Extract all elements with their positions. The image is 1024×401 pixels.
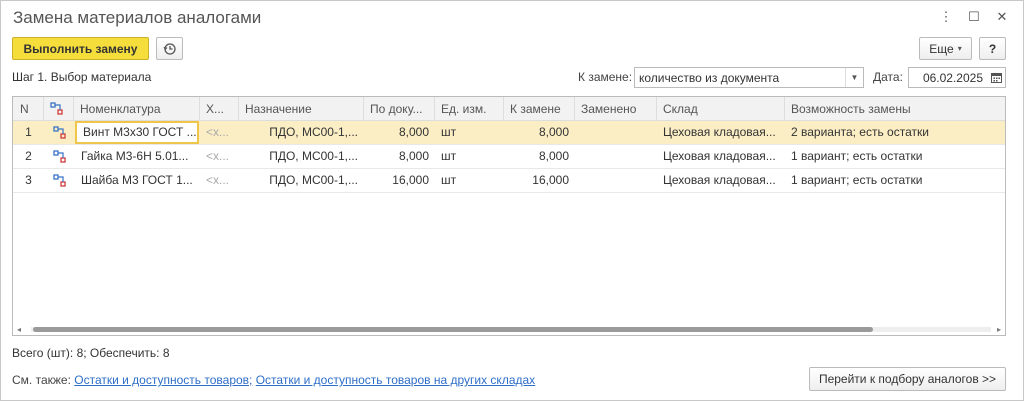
to-replace-cell[interactable]: 8,000 [504, 145, 575, 168]
column-header-characteristic[interactable]: Х... [200, 97, 239, 121]
analog-icon [50, 102, 63, 115]
by-doc-cell: 16,000 [392, 173, 429, 187]
warehouse-cell[interactable]: Цеховая кладовая... [657, 145, 785, 168]
date-value: 06.02.2025 [922, 70, 983, 85]
column-header-unit[interactable]: Ед. изм. [435, 97, 504, 121]
more-button[interactable]: Еще ▾ [919, 37, 972, 60]
dialog-window: Замена материалов аналогами ⋮ ☐ ✕ Выполн… [0, 0, 1024, 401]
replaced-cell [575, 121, 657, 144]
materials-table[interactable]: N Номенклатура Х... Назначение По доку..… [12, 96, 1006, 336]
row-number: 1 [25, 125, 32, 139]
nomenclature-cell[interactable]: Шайба М3 ГОСТ 1... [75, 169, 199, 192]
nomenclature-cell[interactable]: Гайка М3-6Н 5.01... [75, 145, 199, 168]
replace-mode-label: К замене: [578, 70, 633, 84]
table-header: N Номенклатура Х... Назначение По доку..… [13, 97, 1005, 121]
replaced-cell [575, 145, 657, 168]
row-number: 3 [25, 173, 32, 187]
step-label: Шаг 1. Выбор материала [12, 70, 152, 84]
more-actions-icon[interactable]: ⋮ [939, 9, 953, 25]
purpose-cell[interactable]: ПДО, МС00-1,... [239, 169, 364, 192]
to-replace-cell[interactable]: 8,000 [504, 121, 575, 144]
go-to-analogs-button[interactable]: Перейти к подбору аналогов >> [809, 367, 1006, 391]
characteristic-cell[interactable]: <х... [200, 145, 239, 168]
column-header-icon[interactable] [44, 97, 74, 121]
replace-mode-value: количество из документа [639, 70, 780, 85]
see-also-label: См. также: [12, 373, 71, 387]
analog-icon [53, 126, 66, 139]
table-row[interactable]: 1 Винт М3х30 ГОСТ ... <х... ПДО, МС00-1,… [13, 121, 1005, 145]
close-icon[interactable]: ✕ [995, 9, 1009, 25]
horizontal-scrollbar[interactable]: ◂ ▸ [13, 323, 1005, 335]
purpose-cell[interactable]: ПДО, МС00-1,... [239, 145, 364, 168]
table-row[interactable]: 2 Гайка М3-6Н 5.01... <х... ПДО, МС00-1,… [13, 145, 1005, 169]
see-also: См. также: Остатки и доступность товаров… [12, 373, 535, 387]
date-label: Дата: [873, 70, 903, 84]
scroll-left-icon[interactable]: ◂ [17, 325, 21, 334]
column-header-n[interactable]: N [13, 97, 44, 121]
dropdown-arrow-icon[interactable]: ▼ [845, 68, 863, 87]
window-title: Замена материалов аналогами [13, 8, 262, 27]
warehouse-cell[interactable]: Цеховая кладовая... [657, 121, 785, 144]
maximize-icon[interactable]: ☐ [967, 9, 981, 25]
analog-icon [53, 150, 66, 163]
history-icon [163, 42, 176, 55]
totals-text: Всего (шт): 8; Обеспечить: 8 [12, 346, 170, 360]
scrollbar-thumb[interactable] [33, 327, 873, 332]
possibility-cell: 1 вариант; есть остатки [791, 173, 923, 187]
history-button[interactable] [156, 37, 183, 60]
replace-mode-select[interactable]: количество из документа ▼ [634, 67, 864, 88]
chevron-down-icon: ▾ [957, 44, 962, 53]
nomenclature-cell[interactable]: Винт М3х30 ГОСТ ... [75, 121, 199, 144]
column-header-nomenclature[interactable]: Номенклатура [74, 97, 200, 121]
to-replace-cell[interactable]: 16,000 [504, 169, 575, 192]
warehouse-cell[interactable]: Цеховая кладовая... [657, 169, 785, 192]
by-doc-cell: 8,000 [398, 125, 429, 139]
table-row[interactable]: 3 Шайба М3 ГОСТ 1... <х... ПДО, МС00-1,.… [13, 169, 1005, 193]
possibility-cell: 2 варианта; есть остатки [791, 125, 929, 139]
possibility-cell: 1 вариант; есть остатки [791, 149, 923, 163]
more-button-label: Еще [929, 41, 954, 56]
row-number: 2 [25, 149, 32, 163]
stock-availability-link[interactable]: Остатки и доступность товаров; [74, 373, 252, 387]
unit-cell: шт [441, 149, 457, 163]
execute-replacement-button[interactable]: Выполнить замену [12, 37, 149, 60]
column-header-to-replace[interactable]: К замене [504, 97, 575, 121]
characteristic-cell[interactable]: <х... [200, 121, 239, 144]
unit-cell: шт [441, 125, 457, 139]
unit-cell: шт [441, 173, 457, 187]
by-doc-cell: 8,000 [398, 149, 429, 163]
calendar-icon[interactable] [987, 68, 1005, 87]
characteristic-cell[interactable]: <х... [200, 169, 239, 192]
column-header-purpose[interactable]: Назначение [239, 97, 364, 121]
replaced-cell [575, 169, 657, 192]
column-header-possibility[interactable]: Возможность замены [785, 97, 1005, 121]
column-header-by-doc[interactable]: По доку... [364, 97, 435, 121]
analog-icon [53, 174, 66, 187]
column-header-warehouse[interactable]: Склад [657, 97, 785, 121]
date-field[interactable]: 06.02.2025 [908, 67, 1006, 88]
window-controls: ⋮ ☐ ✕ [939, 9, 1009, 25]
purpose-cell[interactable]: ПДО, МС00-1,... [239, 121, 364, 144]
help-button[interactable]: ? [979, 37, 1006, 60]
scroll-right-icon[interactable]: ▸ [997, 325, 1001, 334]
other-warehouses-link[interactable]: Остатки и доступность товаров на других … [256, 373, 535, 387]
column-header-replaced[interactable]: Заменено [575, 97, 657, 121]
